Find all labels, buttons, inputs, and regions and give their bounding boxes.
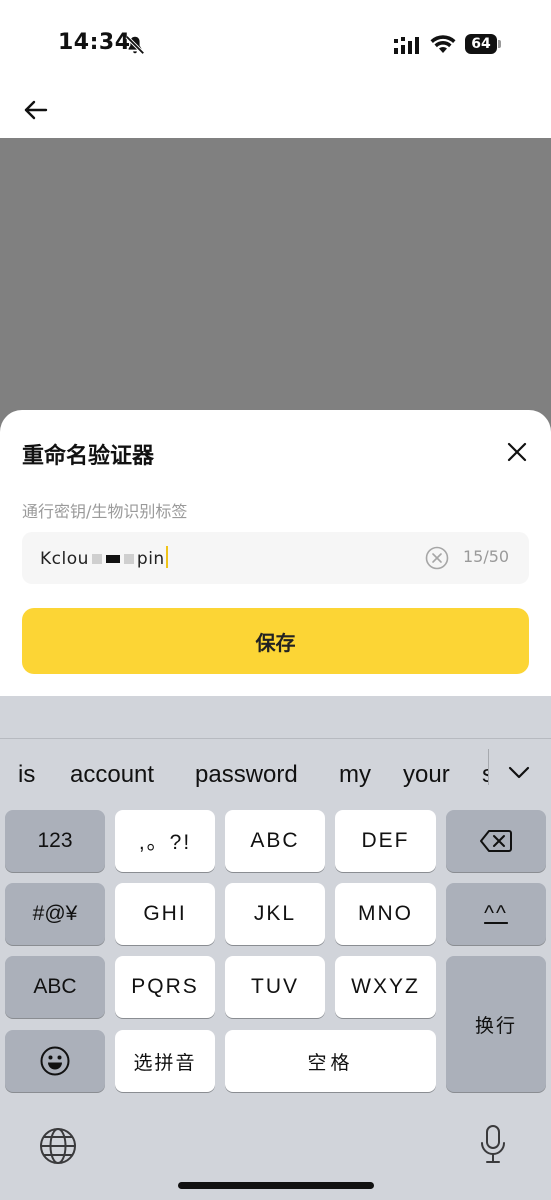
home-indicator bbox=[178, 1182, 374, 1189]
redaction-mask bbox=[123, 554, 134, 564]
key-label: GHI bbox=[143, 902, 187, 925]
key-pinyin-select[interactable]: 选拼音 bbox=[115, 1030, 215, 1092]
status-time: 14:34 bbox=[58, 30, 131, 55]
key-label: WXYZ bbox=[351, 975, 420, 998]
status-bar: 14:34 64 bbox=[0, 0, 551, 90]
key-label: 空格 bbox=[307, 1051, 354, 1074]
char-counter: 15/50 bbox=[463, 547, 510, 566]
label-input[interactable]: Kclou pin 15/50 bbox=[22, 532, 529, 584]
battery-icon: 64 bbox=[465, 34, 501, 54]
input-value-head: Kclou bbox=[40, 549, 89, 569]
key-label: ABC bbox=[250, 829, 300, 852]
key-ghi[interactable]: GHI bbox=[115, 883, 215, 945]
key-label: DEF bbox=[361, 829, 410, 852]
redaction-mask bbox=[91, 554, 102, 564]
key-label: TUV bbox=[251, 975, 299, 998]
suggestion-item[interactable]: is bbox=[18, 761, 35, 789]
text-caret bbox=[165, 546, 168, 568]
key-mno[interactable]: MNO bbox=[335, 883, 436, 945]
suggestion-item[interactable]: your bbox=[403, 761, 450, 789]
return-key[interactable]: 换行 bbox=[446, 956, 546, 1092]
key-label: 选拼音 bbox=[133, 1051, 197, 1074]
mic-icon[interactable] bbox=[478, 1124, 508, 1166]
key-123[interactable]: 123 bbox=[5, 810, 105, 872]
nav-bar bbox=[0, 90, 551, 138]
key-pqrs[interactable]: PQRS bbox=[115, 956, 215, 1018]
backspace-icon bbox=[480, 830, 512, 852]
emoji-icon bbox=[40, 1046, 70, 1076]
sheet-title: 重命名验证器 bbox=[22, 444, 155, 469]
key-label: ABC bbox=[33, 975, 77, 998]
globe-icon[interactable] bbox=[38, 1126, 78, 1166]
key-label: 换行 bbox=[474, 1014, 517, 1037]
suggestion-divider bbox=[488, 749, 489, 785]
key-wxyz[interactable]: WXYZ bbox=[335, 956, 436, 1018]
key-label: 123 bbox=[37, 829, 73, 852]
chevron-down-icon[interactable] bbox=[506, 759, 532, 785]
emoji-key[interactable] bbox=[5, 1030, 105, 1092]
backspace-key[interactable] bbox=[446, 810, 546, 872]
suggestion-item[interactable]: password bbox=[195, 761, 298, 789]
space-key[interactable]: 空格 bbox=[225, 1030, 436, 1092]
redaction-mask bbox=[105, 555, 120, 563]
wifi-icon bbox=[430, 35, 456, 53]
key-jkl[interactable]: JKL bbox=[225, 883, 325, 945]
key-label: #@¥ bbox=[32, 902, 78, 925]
key-emoticon[interactable]: ^^ bbox=[446, 883, 546, 945]
battery-cap bbox=[498, 40, 501, 48]
rename-authenticator-sheet: 重命名验证器 通行密钥/生物识别标签 Kclou pin 15/50 保存 bbox=[0, 410, 551, 710]
battery-level: 64 bbox=[465, 34, 497, 54]
key-label: ^^ bbox=[484, 902, 508, 925]
key-label: MNO bbox=[358, 902, 413, 925]
key-symbols[interactable]: #@¥ bbox=[5, 883, 105, 945]
bell-slash-icon bbox=[125, 35, 145, 55]
suggestion-item[interactable]: account bbox=[70, 761, 154, 789]
suggestion-bar: is account password my your s bbox=[0, 738, 551, 804]
key-abc[interactable]: ABC bbox=[225, 810, 325, 872]
key-label: PQRS bbox=[131, 975, 199, 998]
signal-icon bbox=[394, 37, 419, 54]
key-punctuation[interactable]: ,。?! bbox=[115, 810, 215, 872]
key-label: JKL bbox=[253, 902, 297, 925]
key-tuv[interactable]: TUV bbox=[225, 956, 325, 1018]
clear-icon[interactable] bbox=[425, 546, 449, 570]
field-label: 通行密钥/生物识别标签 bbox=[22, 502, 188, 521]
key-def[interactable]: DEF bbox=[335, 810, 436, 872]
modal-backdrop[interactable] bbox=[0, 138, 551, 438]
key-label: ,。?! bbox=[138, 831, 192, 854]
key-abc-switch[interactable]: ABC bbox=[5, 956, 105, 1018]
input-value[interactable]: Kclou pin bbox=[40, 546, 168, 569]
suggestion-item[interactable]: my bbox=[339, 761, 371, 789]
save-button[interactable]: 保存 bbox=[22, 608, 529, 674]
close-icon[interactable] bbox=[505, 440, 529, 464]
back-arrow-icon[interactable] bbox=[22, 96, 50, 124]
keyboard: is account password my your s 123 ,。?! A… bbox=[0, 696, 551, 1200]
input-value-tail: pin bbox=[136, 549, 165, 569]
